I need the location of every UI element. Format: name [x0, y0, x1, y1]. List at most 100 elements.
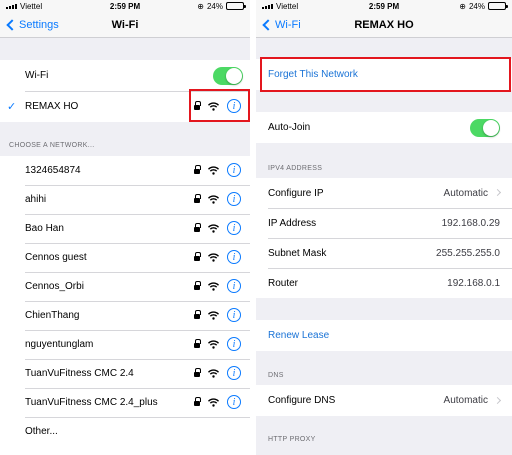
- battery-percent: 24%: [468, 1, 485, 11]
- auto-join-row: Auto-Join: [256, 112, 512, 143]
- chevron-right-icon: [493, 396, 502, 405]
- info-icon[interactable]: i: [227, 163, 241, 177]
- wifi-label: Wi-Fi: [25, 70, 49, 81]
- lock-icon: [194, 281, 201, 290]
- network-row[interactable]: TuanVuFitness CMC 2.4_plus i: [0, 388, 250, 417]
- carrier-indicator: Viettel: [262, 2, 298, 11]
- network-name: nguyentunglam: [25, 339, 94, 350]
- back-button[interactable]: Wi-Fi: [262, 19, 301, 31]
- info-icon[interactable]: i: [227, 221, 241, 235]
- configure-dns-row[interactable]: Configure DNS Automatic: [256, 385, 512, 416]
- navigation-bar: Wi-Fi REMAX HO: [256, 12, 512, 38]
- network-icons: i: [194, 192, 241, 206]
- configure-ip-label: Configure IP: [268, 187, 324, 199]
- http-proxy-header: HTTP PROXY: [268, 436, 316, 443]
- wifi-icon: [208, 368, 219, 378]
- network-name: ChienThang: [25, 310, 80, 321]
- orientation-lock-icon: ⊕: [459, 1, 466, 11]
- network-icons: i: [194, 337, 241, 351]
- network-row[interactable]: TuanVuFitness CMC 2.4 i: [0, 359, 250, 388]
- highlight-box: [260, 57, 511, 92]
- subnet-mask-row: Subnet Mask 255.255.255.0: [256, 238, 512, 268]
- status-bar: Viettel 2:59 PM ⊕ 24%: [0, 0, 250, 12]
- wifi-toggle-row: Wi-Fi: [0, 60, 250, 91]
- network-icons: i: [194, 221, 241, 235]
- network-icons: i: [194, 366, 241, 380]
- wifi-icon: [208, 339, 219, 349]
- lock-icon: [194, 368, 201, 377]
- carrier-indicator: Viettel: [6, 2, 42, 11]
- subnet-mask-label: Subnet Mask: [268, 247, 327, 259]
- network-detail-screen: Viettel 2:59 PM ⊕ 24% Wi-Fi REMAX HO For…: [256, 0, 512, 455]
- renew-lease-button[interactable]: Renew Lease: [256, 320, 512, 351]
- battery-percent: 24%: [206, 1, 223, 11]
- auto-join-toggle[interactable]: [470, 119, 500, 137]
- lock-icon: [194, 397, 201, 406]
- network-row[interactable]: Bao Han i: [0, 214, 250, 243]
- ip-address-row: IP Address 192.168.0.29: [256, 208, 512, 238]
- wifi-icon: [208, 281, 219, 291]
- lock-icon: [194, 223, 201, 232]
- lock-icon: [194, 310, 201, 319]
- connected-network-name: REMAX HO: [25, 101, 79, 112]
- carrier-name: Viettel: [276, 1, 299, 11]
- status-time: 2:59 PM: [368, 1, 400, 11]
- configure-dns-value: Automatic: [443, 395, 488, 406]
- navigation-bar: Settings Wi-Fi: [0, 12, 250, 38]
- wifi-icon: [208, 165, 219, 175]
- renew-lease-label: Renew Lease: [268, 330, 330, 341]
- info-icon[interactable]: i: [227, 192, 241, 206]
- wifi-list-screen: Viettel 2:59 PM ⊕ 24% Settings Wi-Fi Wi-…: [0, 0, 250, 455]
- network-icons: i: [194, 279, 241, 293]
- ip-address-label: IP Address: [268, 217, 317, 229]
- signal-icon: [262, 3, 273, 9]
- wifi-toggle[interactable]: [213, 67, 243, 85]
- signal-icon: [6, 3, 17, 9]
- choose-network-header: CHOOSE A NETWORK...: [9, 142, 95, 149]
- network-row[interactable]: Cennos_Orbi i: [0, 272, 250, 301]
- router-value: 192.168.0.1: [447, 277, 500, 289]
- back-button[interactable]: Settings: [6, 19, 59, 31]
- info-icon[interactable]: i: [227, 279, 241, 293]
- chevron-right-icon: [493, 188, 502, 197]
- back-label: Wi-Fi: [275, 18, 301, 31]
- network-icons: i: [194, 395, 241, 409]
- wifi-icon: [208, 194, 219, 204]
- lock-icon: [194, 252, 201, 261]
- info-icon[interactable]: i: [227, 308, 241, 322]
- wifi-icon: [208, 310, 219, 320]
- back-label: Settings: [19, 18, 59, 31]
- status-right: ⊕ 24%: [459, 1, 508, 11]
- ipv4-group: Configure IP Automatic IP Address 192.16…: [256, 178, 512, 298]
- network-row[interactable]: ChienThang i: [0, 301, 250, 330]
- ip-address-value: 192.168.0.29: [441, 217, 500, 229]
- network-icons: i: [194, 250, 241, 264]
- network-row[interactable]: Cennos guest i: [0, 243, 250, 272]
- network-name: 1324654874: [25, 165, 81, 176]
- status-time: 2:59 PM: [109, 1, 141, 11]
- network-icons: i: [194, 308, 241, 322]
- lock-icon: [194, 165, 201, 174]
- ipv4-header: IPV4 ADDRESS: [268, 165, 323, 172]
- lock-icon: [194, 339, 201, 348]
- carrier-name: Viettel: [20, 1, 43, 11]
- renew-group: Renew Lease: [256, 320, 512, 351]
- dns-header: DNS: [268, 372, 284, 379]
- auto-join-group: Auto-Join: [256, 112, 512, 143]
- other-network-row[interactable]: Other...: [0, 417, 250, 446]
- configure-ip-row[interactable]: Configure IP Automatic: [256, 178, 512, 208]
- network-name: Bao Han: [25, 223, 64, 234]
- network-row[interactable]: nguyentunglam i: [0, 330, 250, 359]
- info-icon[interactable]: i: [227, 366, 241, 380]
- other-label: Other...: [25, 426, 58, 437]
- network-row[interactable]: 1324654874 i: [0, 156, 250, 185]
- network-row[interactable]: ahihi i: [0, 185, 250, 214]
- info-icon[interactable]: i: [227, 250, 241, 264]
- highlight-box: [189, 89, 250, 122]
- network-name: TuanVuFitness CMC 2.4_plus: [25, 397, 158, 408]
- info-icon[interactable]: i: [227, 337, 241, 351]
- chevron-left-icon: [6, 18, 18, 31]
- checkmark-icon: ✓: [7, 101, 17, 113]
- info-icon[interactable]: i: [227, 395, 241, 409]
- network-list: 1324654874 i ahihi i Bao Han i Cennos gu…: [0, 156, 250, 455]
